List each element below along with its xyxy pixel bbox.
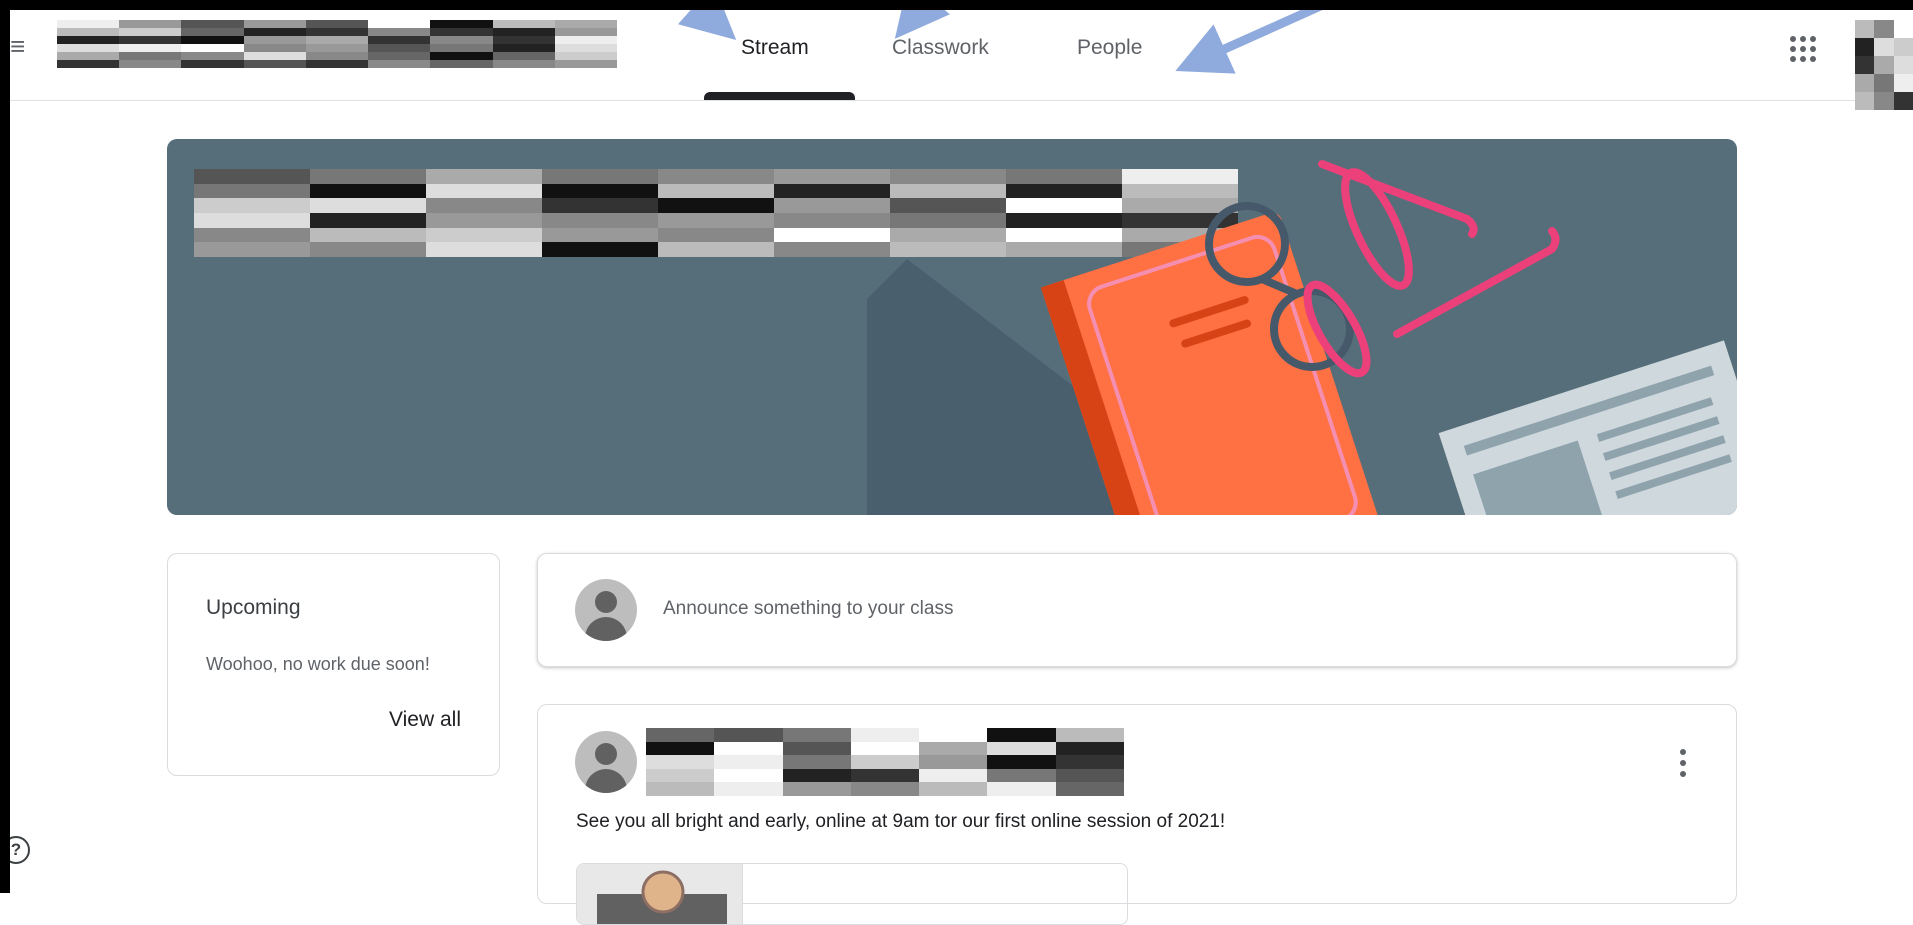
arrow-to-people — [1175, 0, 1345, 74]
arrow-to-classwork — [894, 0, 951, 39]
announce-card[interactable]: Announce something to your class — [537, 553, 1737, 667]
arrow-to-stream — [677, 0, 737, 40]
upcoming-card: Upcoming Woohoo, no work due soon! View … — [167, 553, 500, 776]
annotation-arrows — [677, 0, 1345, 74]
more-vert-icon[interactable] — [1680, 749, 1686, 777]
upcoming-message: Woohoo, no work due soon! — [206, 654, 430, 674]
help-icon[interactable]: ? — [2, 836, 30, 864]
post-attachment[interactable] — [576, 863, 1128, 925]
view-all-link[interactable]: View all — [389, 708, 461, 732]
user-avatar — [575, 579, 637, 641]
banner-illustration — [867, 160, 1737, 515]
newspaper-illustration — [1438, 340, 1737, 515]
post-text: See you all bright and early, online at … — [576, 811, 1226, 832]
attachment-thumbnail — [577, 864, 743, 924]
stream-post: See you all bright and early, online at … — [537, 704, 1737, 925]
announce-input[interactable]: Announce something to your class — [663, 598, 953, 620]
upcoming-title: Upcoming — [206, 596, 301, 619]
author-avatar — [575, 731, 637, 793]
glasses-pink-illustration — [1303, 160, 1560, 378]
class-banner — [167, 139, 1737, 515]
post-author-redacted — [646, 728, 1124, 796]
